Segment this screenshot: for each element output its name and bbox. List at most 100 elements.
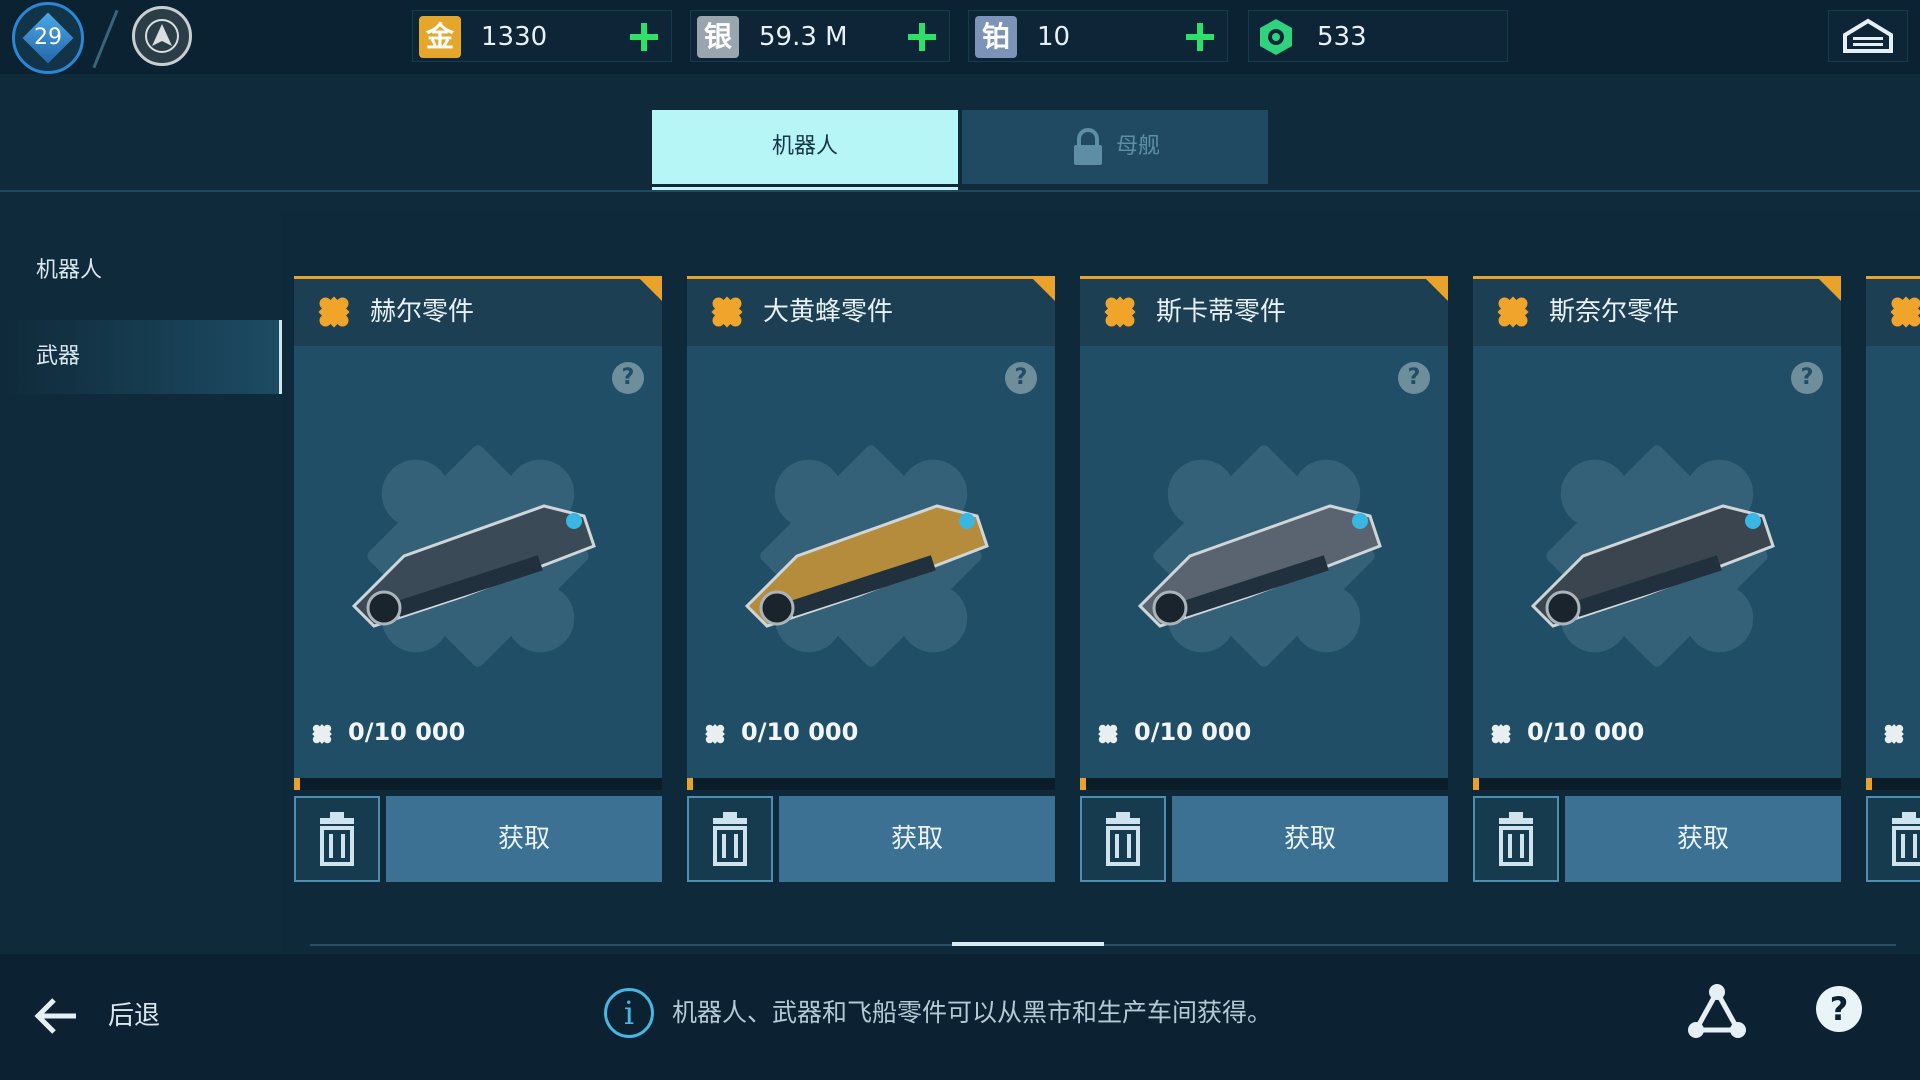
discard-button[interactable] [687, 796, 773, 882]
gold-icon: 金 [419, 16, 461, 58]
tab-robots[interactable]: 机器人 [652, 110, 958, 184]
lock-icon [1073, 128, 1102, 165]
puzzle-badge-icon [711, 296, 743, 328]
add-gold-button[interactable] [621, 15, 665, 59]
share-icon [1688, 984, 1746, 1038]
platinum-icon: 铂 [975, 16, 1017, 58]
parts-progress-bar [1866, 778, 1920, 790]
card-header: 赫尔零件 [294, 276, 662, 346]
card-help-button[interactable]: ? [612, 362, 644, 394]
silver-icon: 银 [697, 16, 739, 58]
parts-progress-bar [687, 778, 1055, 790]
puzzle-badge-icon [1497, 296, 1529, 328]
parts-progress-bar [294, 778, 662, 790]
arrow-left-icon [34, 998, 76, 1034]
puzzle-badge-icon [1890, 296, 1920, 328]
key-amount: 533 [1317, 22, 1367, 52]
scrollbar-thumb[interactable] [952, 942, 1104, 946]
silver-amount: 59.3 M [759, 22, 848, 52]
puzzle-piece-icon [1137, 445, 1382, 667]
get-button[interactable]: 获取 [779, 796, 1055, 882]
trash-icon [1499, 812, 1533, 866]
back-button[interactable]: 后退 [30, 988, 180, 1044]
discard-button[interactable] [1080, 796, 1166, 882]
trash-icon [713, 812, 747, 866]
parts-progress-bar [1473, 778, 1841, 790]
gold-amount: 1330 [481, 22, 548, 52]
player-level-badge[interactable]: 29 [12, 2, 84, 74]
card-image-area [1866, 346, 1920, 778]
card-image-area: ? 0/10 000 [294, 346, 662, 778]
puzzle-piece-icon [744, 445, 989, 667]
get-button[interactable]: 获取 [386, 796, 662, 882]
discard-button[interactable] [294, 796, 380, 882]
discard-button[interactable] [1473, 796, 1559, 882]
hangar-icon [1843, 18, 1893, 53]
rank-emblem-icon[interactable] [132, 6, 192, 66]
parts-count-icon [1098, 724, 1118, 744]
parts-count: 0/10 000 [1134, 718, 1252, 746]
card-title: 斯奈尔零件 [1549, 297, 1680, 327]
part-card[interactable]: 赫尔零件 ? 0/10 000 获取 [294, 276, 662, 882]
puzzle-badge-icon [318, 296, 350, 328]
card-help-button[interactable]: ? [1398, 362, 1430, 394]
parts-grid: 赫尔零件 ? 0/10 000 获取 大黄蜂零件 ? 0/10 000 获取 斯… [282, 212, 1920, 954]
trash-icon [320, 812, 354, 866]
category-sidebar: 机器人 武器 [0, 192, 282, 954]
get-button[interactable]: 获取 [1172, 796, 1448, 882]
card-title: 斯卡蒂零件 [1156, 297, 1287, 327]
card-image-area: ? 0/10 000 [687, 346, 1055, 778]
card-header [1866, 276, 1920, 346]
bottom-bar: 后退 i 机器人、武器和飞船零件可以从黑市和生产车间获得。 ? [0, 954, 1920, 1080]
card-header: 斯卡蒂零件 [1080, 276, 1448, 346]
part-card[interactable]: 斯卡蒂零件 ? 0/10 000 获取 [1080, 276, 1448, 882]
discard-button[interactable] [1866, 796, 1920, 882]
get-button[interactable]: 获取 [1565, 796, 1841, 882]
parts-progress-bar [1080, 778, 1448, 790]
sidebar-item-robots[interactable]: 机器人 [0, 234, 282, 308]
sidebar-item-weapons[interactable]: 武器 [0, 320, 282, 394]
puzzle-badge-icon [1104, 296, 1136, 328]
card-help-button[interactable]: ? [1005, 362, 1037, 394]
parts-count-icon [312, 724, 332, 744]
add-silver-button[interactable] [899, 15, 943, 59]
hangar-button[interactable] [1828, 10, 1908, 62]
gold-counter: 金 1330 [412, 10, 672, 62]
player-level: 29 [34, 25, 62, 50]
part-card[interactable]: 斯奈尔零件 ? 0/10 000 获取 [1473, 276, 1841, 882]
back-label: 后退 [108, 1001, 161, 1031]
card-help-button[interactable]: ? [1791, 362, 1823, 394]
tab-mothership-label: 母舰 [1115, 134, 1160, 159]
info-icon: i [604, 988, 654, 1038]
parts-count-icon [705, 724, 725, 744]
card-image-area: ? 0/10 000 [1473, 346, 1841, 778]
trash-icon [1892, 812, 1920, 866]
key-counter: 533 [1248, 10, 1508, 62]
tab-divider [0, 190, 1920, 192]
tab-mothership[interactable]: 母舰 [962, 110, 1268, 184]
card-title: 大黄蜂零件 [763, 297, 894, 327]
platinum-amount: 10 [1037, 22, 1071, 52]
card-title: 赫尔零件 [370, 297, 475, 327]
part-card-partial[interactable] [1866, 276, 1920, 882]
info-message: 机器人、武器和飞船零件可以从黑市和生产车间获得。 [672, 998, 1273, 1027]
help-button[interactable]: ? [1816, 986, 1862, 1032]
silver-counter: 银 59.3 M [690, 10, 950, 62]
card-header: 斯奈尔零件 [1473, 276, 1841, 346]
puzzle-piece-icon [1530, 445, 1775, 667]
key-icon [1255, 16, 1297, 58]
parts-count-icon [1884, 724, 1904, 744]
trash-icon [1106, 812, 1140, 866]
card-header: 大黄蜂零件 [687, 276, 1055, 346]
card-image-area: ? 0/10 000 [1080, 346, 1448, 778]
puzzle-piece-icon [351, 445, 596, 667]
divider [92, 9, 119, 69]
add-platinum-button[interactable] [1177, 15, 1221, 59]
share-button[interactable] [1684, 980, 1750, 1046]
platinum-counter: 铂 10 [968, 10, 1228, 62]
parts-count: 0/10 000 [1527, 718, 1645, 746]
part-card[interactable]: 大黄蜂零件 ? 0/10 000 获取 [687, 276, 1055, 882]
parts-count: 0/10 000 [348, 718, 466, 746]
parts-count-icon [1491, 724, 1511, 744]
parts-count: 0/10 000 [741, 718, 859, 746]
